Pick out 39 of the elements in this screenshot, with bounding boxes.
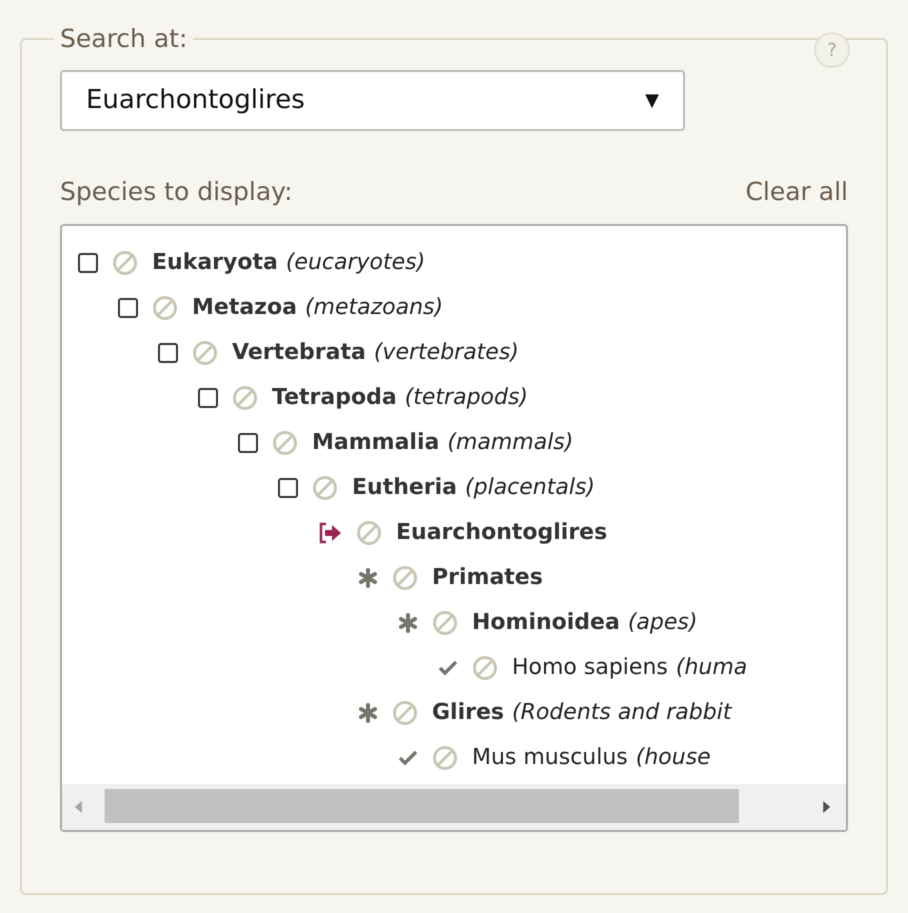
checkbox[interactable] xyxy=(118,298,138,318)
taxon-name: Eukaryota xyxy=(152,249,278,277)
taxon-name: Primates xyxy=(432,564,543,592)
checkbox[interactable] xyxy=(78,252,98,272)
taxon-name: Metazoa xyxy=(192,294,297,322)
common-name: (mammals) xyxy=(447,429,574,457)
taxon-name: Euarchontoglires xyxy=(396,519,608,547)
taxon-name: Eutheria xyxy=(352,474,458,502)
horizontal-scrollbar[interactable] xyxy=(62,784,846,830)
common-name: (vertebrates) xyxy=(374,339,519,367)
sign-in-icon xyxy=(318,522,342,544)
common-name: (metazoans) xyxy=(304,294,444,322)
taxon-name: Hominoidea xyxy=(472,609,620,637)
asterisk-icon xyxy=(398,612,418,632)
checkbox[interactable] xyxy=(198,388,218,408)
common-name: (eucaryotes) xyxy=(286,249,426,277)
asterisk-icon xyxy=(358,702,378,722)
taxon-name: Glires xyxy=(432,699,504,727)
taxon-name: Homo sapiens xyxy=(512,654,668,682)
common-name: (huma xyxy=(676,654,748,682)
common-name: (tetrapods) xyxy=(404,384,528,412)
asterisk-icon xyxy=(358,568,378,588)
common-name: (placentals) xyxy=(465,474,596,502)
check-icon xyxy=(438,660,458,676)
checkbox[interactable] xyxy=(158,342,178,362)
search-at-label: Search at: xyxy=(59,23,188,55)
common-name: (Rodents and rabbit xyxy=(512,699,732,727)
clear-all-link[interactable]: Clear all xyxy=(745,172,848,210)
common-name: (house xyxy=(636,744,711,772)
species-label: Species to display: xyxy=(60,176,293,208)
taxon-select[interactable]: Euarchontoglires ▼ xyxy=(60,70,685,130)
checkbox[interactable] xyxy=(278,478,298,498)
taxon-name: Vertebrata xyxy=(232,339,366,367)
check-icon xyxy=(398,750,418,766)
checkbox[interactable] xyxy=(238,432,258,452)
taxon-name: Mus musculus xyxy=(472,744,628,772)
taxon-name: Tetrapoda xyxy=(272,384,397,412)
common-name: (apes) xyxy=(628,609,698,637)
taxon-name: Mammalia xyxy=(312,429,440,457)
